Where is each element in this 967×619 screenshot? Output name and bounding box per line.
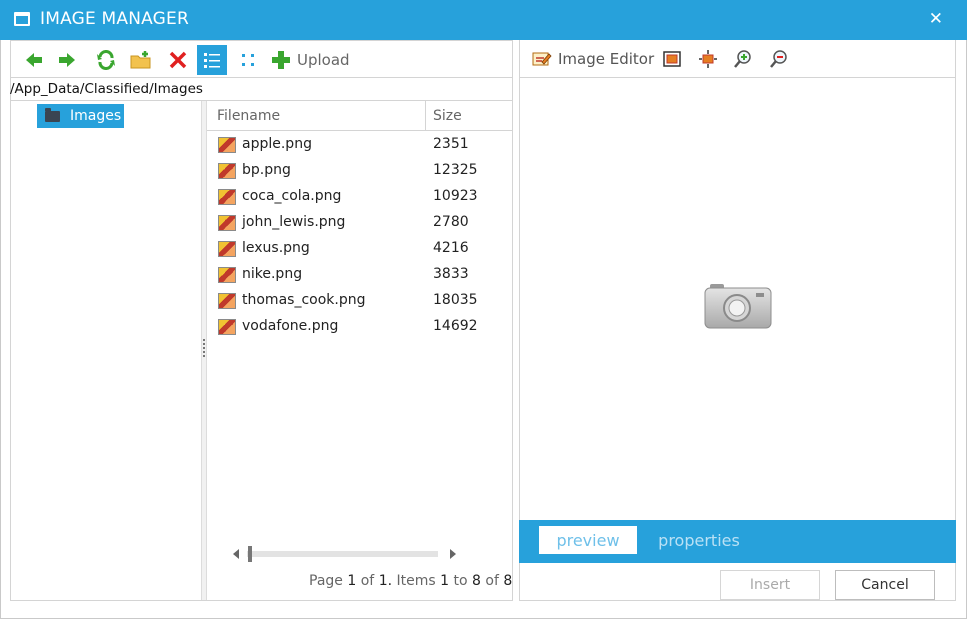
folder-icon <box>45 107 60 122</box>
actual-size-icon <box>699 50 717 68</box>
scroll-thumb[interactable] <box>248 546 252 562</box>
best-fit-button[interactable] <box>658 45 686 73</box>
column-divider <box>425 101 426 131</box>
file-size: 12325 <box>433 162 478 178</box>
splitter-grip <box>203 339 205 357</box>
table-row[interactable]: nike.png 3833 <box>207 262 512 288</box>
grid-header: Filename Size <box>207 101 512 131</box>
image-file-icon <box>218 319 236 335</box>
breadcrumb: /App_Data/Classified/Images <box>10 79 513 101</box>
table-row[interactable]: thomas_cook.png 18035 <box>207 288 512 314</box>
zoom-in-button[interactable] <box>729 45 757 73</box>
preview-tab-strip: preview properties <box>519 520 956 563</box>
title-bar: IMAGE MANAGER ✕ <box>0 0 967 40</box>
fit-to-window-icon <box>663 51 681 67</box>
pager-text: Page <box>309 573 343 589</box>
image-editor-label: Image Editor <box>558 50 655 68</box>
pager-info: Page 1 of 1. Items 1 to 8 of 8 <box>309 573 512 589</box>
pager-text: to <box>453 573 468 589</box>
folder-tree: Images <box>10 101 201 600</box>
cancel-button[interactable]: Cancel <box>835 570 935 600</box>
zoom-out-icon <box>770 50 787 68</box>
actual-size-button[interactable] <box>694 45 722 73</box>
close-icon[interactable]: ✕ <box>929 9 943 29</box>
file-size: 2351 <box>433 136 469 152</box>
pager-to: 8 <box>472 573 481 589</box>
window-icon <box>14 12 30 26</box>
file-name: nike.png <box>242 266 303 282</box>
image-editor-icon <box>532 52 552 66</box>
image-file-icon <box>218 189 236 205</box>
zoom-in-icon <box>734 50 751 68</box>
preview-toolbar: Image Editor <box>519 40 956 78</box>
pager-from: 1 <box>440 573 450 589</box>
tab-preview[interactable]: preview <box>539 526 637 554</box>
window-title: IMAGE MANAGER <box>40 9 190 29</box>
image-file-icon <box>218 215 236 231</box>
file-size: 14692 <box>433 318 478 334</box>
insert-button[interactable]: Insert <box>720 570 820 600</box>
image-file-icon <box>218 137 236 153</box>
pager-page: 1 <box>347 573 357 589</box>
file-name: lexus.png <box>242 240 310 256</box>
pager-total: 8 <box>503 573 513 589</box>
column-header-filename[interactable]: Filename <box>217 108 280 124</box>
image-editor-button[interactable]: Image Editor <box>532 44 654 74</box>
scroll-left-icon[interactable] <box>233 549 239 559</box>
table-row[interactable]: vodafone.png 14692 <box>207 314 512 340</box>
tab-properties[interactable]: properties <box>649 526 749 554</box>
scroll-track[interactable] <box>247 551 438 557</box>
image-file-icon <box>218 293 236 309</box>
file-size: 10923 <box>433 188 478 204</box>
horizontal-scrollbar[interactable] <box>233 546 458 562</box>
pager-text: of <box>360 573 375 589</box>
table-row[interactable]: apple.png 2351 <box>207 132 512 158</box>
pager-pages: 1. <box>378 573 393 589</box>
image-file-icon <box>218 267 236 283</box>
table-row[interactable]: bp.png 12325 <box>207 158 512 184</box>
zoom-out-button[interactable] <box>765 45 793 73</box>
tree-item-images[interactable]: Images <box>37 104 124 128</box>
file-name: vodafone.png <box>242 318 339 334</box>
table-row[interactable]: lexus.png 4216 <box>207 236 512 262</box>
file-name: thomas_cook.png <box>242 292 366 308</box>
file-name: john_lewis.png <box>242 214 346 230</box>
file-name: coca_cola.png <box>242 188 342 204</box>
file-name: bp.png <box>242 162 291 178</box>
file-name: apple.png <box>242 136 312 152</box>
file-size: 4216 <box>433 240 469 256</box>
file-size: 2780 <box>433 214 469 230</box>
file-size: 18035 <box>433 292 478 308</box>
file-size: 3833 <box>433 266 469 282</box>
tree-item-label: Images <box>70 108 122 124</box>
table-row[interactable]: coca_cola.png 10923 <box>207 184 512 210</box>
image-file-icon <box>218 241 236 257</box>
file-grid: Filename Size apple.png 2351 bp.png 12325 co… <box>207 101 512 600</box>
image-file-icon <box>218 163 236 179</box>
pager-text: Items <box>396 573 436 589</box>
pager-text: of <box>485 573 499 589</box>
camera-icon <box>704 284 772 329</box>
scroll-right-icon[interactable] <box>450 549 456 559</box>
table-row[interactable]: john_lewis.png 2780 <box>207 210 512 236</box>
column-header-size[interactable]: Size <box>433 108 462 124</box>
